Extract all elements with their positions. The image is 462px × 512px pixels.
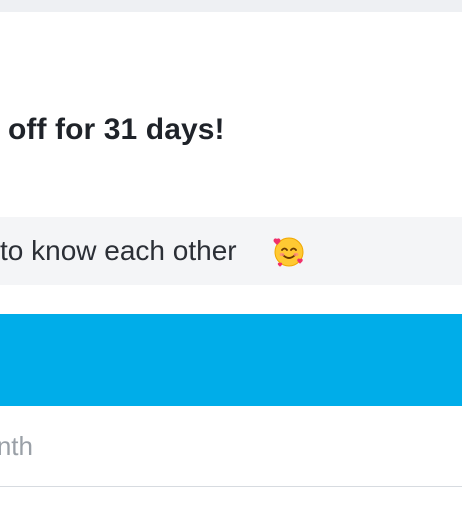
smiling-face-with-hearts-icon bbox=[273, 237, 304, 267]
promo-headline: off for 31 days! bbox=[8, 113, 225, 146]
promo-card: off for 31 days! to know each other nth bbox=[0, 12, 462, 512]
intro-banner-text: to know each other bbox=[0, 235, 237, 266]
duration-option-field[interactable]: nth bbox=[0, 406, 462, 487]
duration-option-text: nth bbox=[0, 431, 33, 461]
page: off for 31 days! to know each other nth bbox=[0, 0, 462, 512]
primary-cta-button[interactable] bbox=[0, 314, 462, 406]
intro-banner: to know each other bbox=[0, 217, 462, 285]
